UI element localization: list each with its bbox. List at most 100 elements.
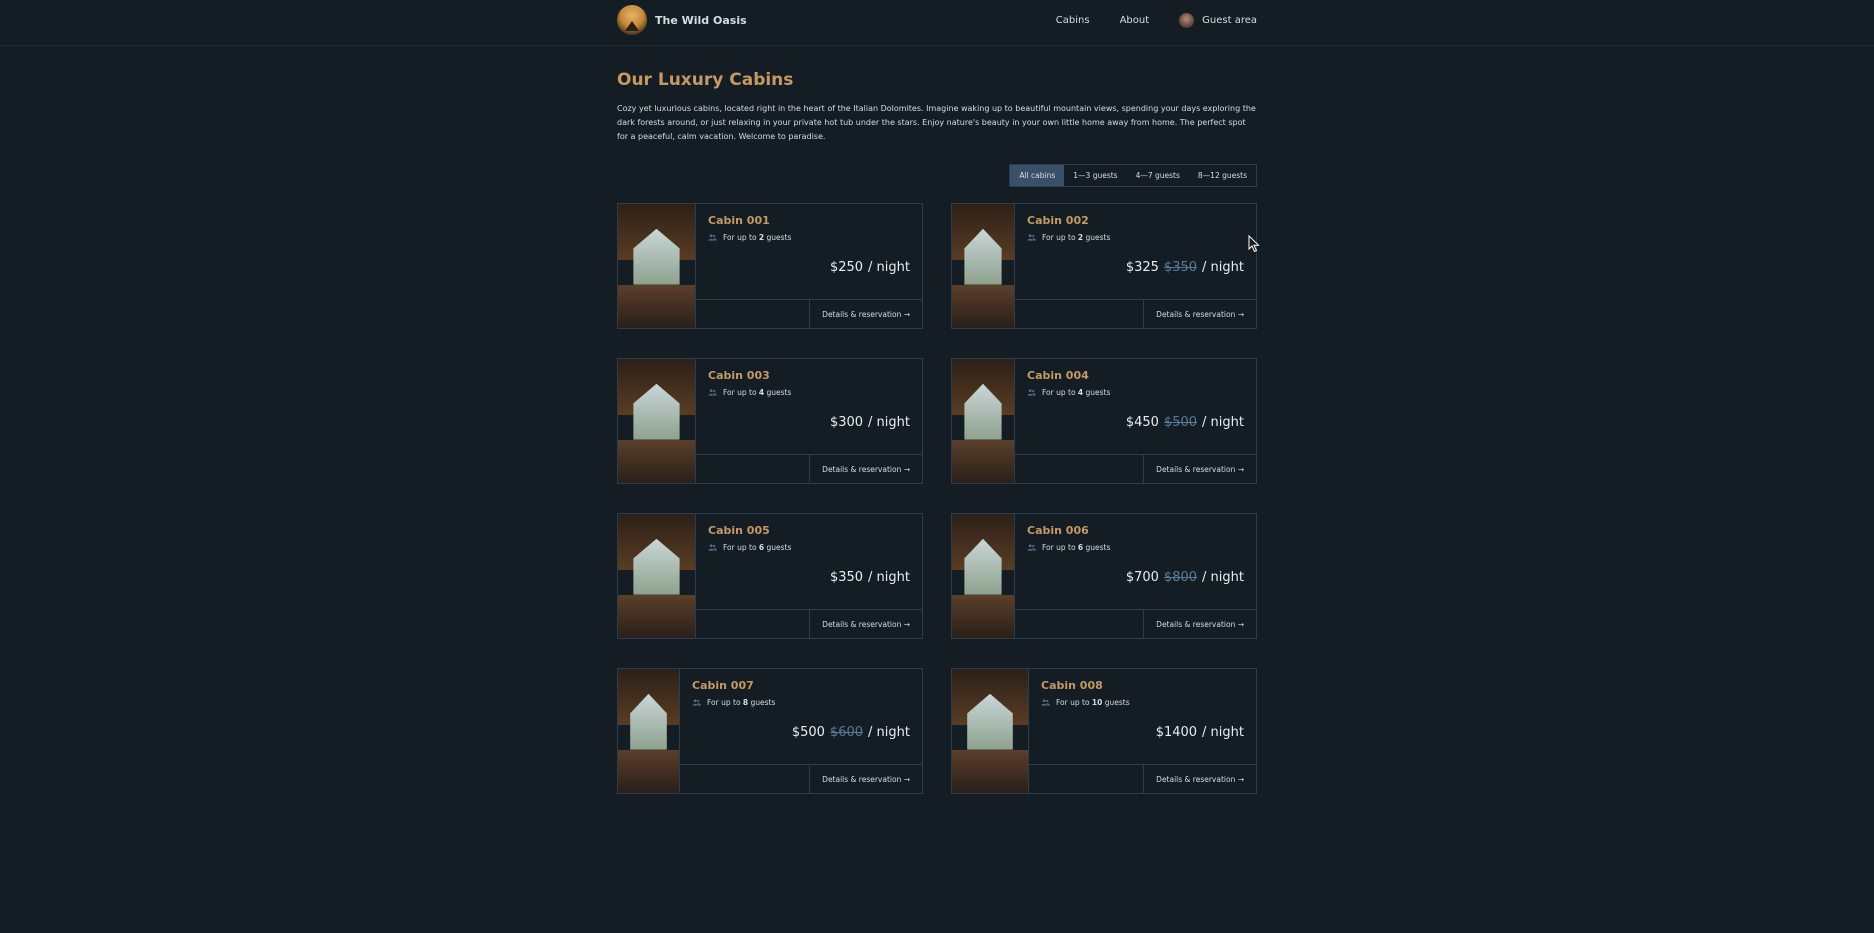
cabin-capacity-suffix: guests [1083, 233, 1111, 242]
cabin-price: $350 [829, 570, 864, 585]
filter-1-3-guests[interactable]: 1—3 guests [1064, 165, 1126, 186]
cabin-capacity-suffix: guests [1083, 543, 1111, 552]
details-reservation-button[interactable]: Details & reservation → [1143, 455, 1256, 483]
details-reservation-button[interactable]: Details & reservation → [809, 455, 922, 483]
cabin-capacity-prefix: For up to [707, 698, 743, 707]
nav-cabins[interactable]: Cabins [1056, 15, 1090, 26]
cabin-info: Cabin 007 For up to 8 guests $500 $600 /… [680, 669, 922, 793]
cabin-info: Cabin 008 For up to 10 guests $1400 / ni… [1029, 669, 1256, 793]
cabin-info: Cabin 005 For up to 6 guests $350 / nigh… [696, 514, 922, 638]
nav-guest-area[interactable]: Guest area [1179, 12, 1257, 28]
cabin-image [618, 669, 680, 793]
cabin-name: Cabin 008 [1041, 679, 1103, 692]
filter-group: All cabins 1—3 guests 4—7 guests 8—12 gu… [1009, 164, 1257, 187]
users-icon [1027, 544, 1036, 551]
cabin-card: Cabin 005 For up to 6 guests $350 / nigh… [617, 513, 923, 639]
site-header: The Wild Oasis Cabins About Guest area [0, 0, 1874, 46]
cabin-name: Cabin 005 [708, 524, 770, 537]
details-reservation-button[interactable]: Details & reservation → [809, 765, 922, 793]
main-nav: Cabins About Guest area [1056, 12, 1257, 28]
cabin-price-row: $450 $500 / night [1027, 415, 1244, 430]
nav-about[interactable]: About [1120, 15, 1150, 26]
cabin-capacity-prefix: For up to [723, 388, 759, 397]
cabin-capacity-prefix: For up to [1042, 233, 1078, 242]
cabin-grid: Cabin 001 For up to 2 guests $250 / nigh… [617, 203, 1257, 794]
cabin-image [618, 359, 696, 483]
cabin-price: $500 [791, 725, 825, 740]
cabin-image [952, 669, 1029, 793]
cabin-price-row: $1400 / night [1041, 725, 1244, 740]
cabin-capacity: For up to 4 guests [708, 388, 910, 397]
cabin-price-row: $325 $350 / night [1027, 260, 1244, 275]
cabin-name: Cabin 003 [708, 369, 770, 382]
cabin-price-row: $700 $800 / night [1027, 570, 1244, 585]
cabin-old-price: $600 [829, 725, 864, 740]
cabin-capacity: For up to 4 guests [1027, 388, 1244, 397]
cabin-capacity-suffix: guests [748, 698, 776, 707]
cabin-price-unit: / night [868, 725, 910, 740]
logo-image [617, 5, 647, 35]
cabin-price: $300 [829, 415, 864, 430]
cabin-card: Cabin 003 For up to 4 guests $300 / nigh… [617, 358, 923, 484]
filter-bar: All cabins 1—3 guests 4—7 guests 8—12 gu… [617, 164, 1257, 187]
page-title: Our Luxury Cabins [617, 70, 794, 90]
cabin-image [618, 204, 696, 328]
cabin-name: Cabin 006 [1027, 524, 1089, 537]
cabin-info: Cabin 003 For up to 4 guests $300 / nigh… [696, 359, 922, 483]
cabin-price-row: $350 / night [708, 570, 910, 585]
cabin-price: $250 [829, 260, 864, 275]
users-icon [692, 699, 701, 706]
cabin-capacity-suffix: guests [764, 543, 792, 552]
details-reservation-button[interactable]: Details & reservation → [1143, 765, 1256, 793]
cabin-capacity: For up to 6 guests [1027, 543, 1244, 552]
cabin-old-price: $800 [1163, 570, 1198, 585]
cabin-capacity-suffix: guests [764, 388, 792, 397]
cabin-price-unit: / night [1202, 570, 1244, 585]
cabin-info: Cabin 001 For up to 2 guests $250 / nigh… [696, 204, 922, 328]
filter-all-cabins[interactable]: All cabins [1010, 165, 1065, 186]
cabin-capacity-suffix: guests [1102, 698, 1130, 707]
page-intro: Cozy yet luxurious cabins, located right… [617, 104, 1256, 141]
cabin-price: $450 [1125, 415, 1159, 430]
cabin-price: $1400 [1155, 725, 1198, 740]
cabin-capacity-prefix: For up to [723, 233, 759, 242]
filter-4-7-guests[interactable]: 4—7 guests [1127, 165, 1189, 186]
cabin-card: Cabin 004 For up to 4 guests $450 $500 /… [951, 358, 1257, 484]
filter-8-12-guests[interactable]: 8—12 guests [1189, 165, 1256, 186]
cabin-price-unit: / night [868, 415, 910, 430]
cabin-card: Cabin 006 For up to 6 guests $700 $800 /… [951, 513, 1257, 639]
details-reservation-button[interactable]: Details & reservation → [1143, 300, 1256, 328]
cabin-capacity: For up to 10 guests [1041, 698, 1244, 707]
mouse-cursor-icon [1248, 235, 1260, 253]
details-reservation-button[interactable]: Details & reservation → [809, 300, 922, 328]
users-icon [1041, 699, 1050, 706]
cabin-capacity-prefix: For up to [1042, 388, 1078, 397]
cabin-name: Cabin 004 [1027, 369, 1089, 382]
cabin-info: Cabin 006 For up to 6 guests $700 $800 /… [1015, 514, 1256, 638]
cabin-price-unit: / night [1202, 725, 1244, 740]
cabin-price: $700 [1125, 570, 1159, 585]
cabin-capacity: For up to 8 guests [692, 698, 910, 707]
cabin-card: Cabin 002 For up to 2 guests $325 $350 /… [951, 203, 1257, 329]
nav-guest-area-label: Guest area [1202, 14, 1257, 26]
cabin-image [618, 514, 696, 638]
logo-text: The Wild Oasis [655, 13, 747, 27]
cabin-capacity: For up to 6 guests [708, 543, 910, 552]
users-icon [1027, 389, 1036, 396]
cabin-card: Cabin 008 For up to 10 guests $1400 / ni… [951, 668, 1257, 794]
cabin-price: $325 [1125, 260, 1159, 275]
users-icon [708, 544, 717, 551]
cabin-capacity-prefix: For up to [1056, 698, 1092, 707]
cabin-image [952, 359, 1015, 483]
details-reservation-button[interactable]: Details & reservation → [1143, 610, 1256, 638]
cabin-name: Cabin 001 [708, 214, 770, 227]
logo[interactable]: The Wild Oasis [617, 5, 747, 35]
main-content: Our Luxury Cabins Cozy yet luxurious cab… [617, 46, 1257, 794]
details-reservation-button[interactable]: Details & reservation → [809, 610, 922, 638]
cabin-price-unit: / night [1202, 260, 1244, 275]
cabin-capacity: For up to 2 guests [1027, 233, 1244, 242]
cabin-old-price: $500 [1163, 415, 1198, 430]
cabin-info: Cabin 002 For up to 2 guests $325 $350 /… [1015, 204, 1256, 328]
cabin-capacity-prefix: For up to [1042, 543, 1078, 552]
users-icon [1027, 234, 1036, 241]
